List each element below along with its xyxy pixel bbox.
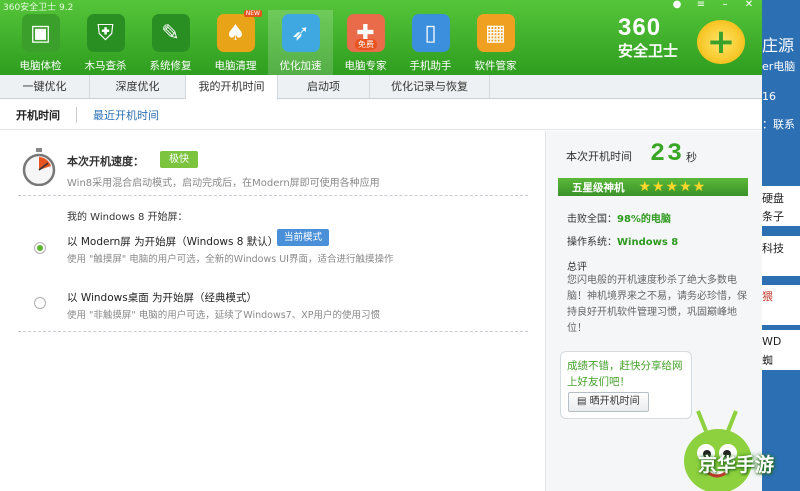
bg-text: 猥 [762,290,773,303]
toolbar-item-7[interactable]: ▦ 软件管家 [463,10,528,75]
bg-text: er电脑 [762,60,796,73]
beat-stat: 击败全国：98%的电脑 [567,214,671,225]
toolbar-item-label: 电脑专家 [344,60,387,72]
desktop-screen-option-desc: 使用 "非触摸屏" 电脑的用户可选，延续了Windows7、XP用户的使用习惯 [67,310,380,321]
logo-text: 安全卫士 [618,42,679,60]
start-screen-heading: 我的 Windows 8 开始屏： [67,212,188,223]
toolbar-item-2[interactable]: ✎ 系统修复 [138,10,203,75]
toolbar-item-label: 木马查杀 [84,60,127,72]
boot-time-seconds: 23 [650,139,685,168]
modern-screen-option-desc: 使用 "触摸屏" 电脑的用户可选，全新的Windows UI界面，适合进行触摸操… [67,254,394,265]
bg-text: 硬盘 [762,192,784,205]
rank-text: 五星级神机 [572,181,625,194]
subtab-boot-time[interactable]: 开机时间 [0,106,77,123]
skin-icon[interactable]: ● [670,0,684,10]
tab-deep-optimize[interactable]: 深度优化 [90,75,186,99]
toolbar-item-5[interactable]: ✚ 电脑专家 免费 [333,10,398,75]
bg-text: ：联系 [762,118,795,131]
tab-my-boot-time[interactable]: 我的开机时间 [186,75,278,100]
apps-grid-icon: ▦ [476,14,515,52]
summary-text: 您闪电般的开机速度秒杀了绝大多数电脑！神机境界来之不易，请务必珍惜，保持良好开机… [567,275,747,334]
bg-text: 蜘 [762,354,773,367]
speed-badge: 极快 [160,151,198,168]
bg-text: 16 [762,90,776,103]
stopwatch-icon [22,148,56,186]
subtab-recent-boot-time[interactable]: 最近开机时间 [77,107,175,123]
tab-bar: 一键优化 深度优化 我的开机时间 启动项 优化记录与恢复 [0,75,762,100]
bg-text: 庄源 [762,36,795,55]
share-text: 成绩不错，赶快分享给网上好友们吧！ [567,360,683,388]
toolbar-item-label: 电脑清理 [214,60,257,72]
boot-time-unit: 秒 [686,151,697,164]
boot-time-label: 本次开机时间 [566,150,632,163]
subtab-bar: 开机时间 最近开机时间 [0,100,762,130]
bg-text: 科技 [762,242,784,255]
toolbar-item-label: 系统修复 [149,60,192,72]
watermark: 京华手游 [698,454,775,476]
rocket-icon: ➶ [281,14,320,52]
header: 360安全卫士 9.2 ● ≡ – ✕ ▣ 电脑体检 ⛨ 木马查杀 ✎ 系统修复 ♠ 电脑清理… [0,0,762,75]
mascot-icon [684,410,752,491]
toolbar-item-label: 优化加速 [279,60,322,72]
horse-shield-icon: ⛨ [86,14,125,52]
os-stat: 操作系统：Windows 8 [567,237,679,248]
boot-result-panel: 本次开机时间 23 秒 五星级神机 ★★★★★ 击败全国：98%的电脑 操作系统… [545,131,762,491]
menu-icon[interactable]: ≡ [694,0,708,10]
toolbar-item-6[interactable]: ▯ 手机助手 [398,10,463,75]
share-boot-time-button[interactable]: ▤ 晒开机时间 [568,392,649,412]
modern-screen-option-title[interactable]: 以 Modern屏 为开始屏（Windows 8 默认） [67,234,278,249]
speed-label: 本次开机速度： [67,155,144,168]
bg-text: WD [762,335,782,348]
monitor-check-icon: ▣ [21,14,60,52]
toolbar-item-3[interactable]: ♠ 电脑清理 NEW [203,10,268,75]
toolbar-badge: NEW [243,10,262,17]
app-window: 360安全卫士 9.2 ● ≡ – ✕ ▣ 电脑体检 ⛨ 木马查杀 ✎ 系统修复 ♠ 电脑清理… [0,0,762,491]
desktop-screen-radio[interactable] [34,297,46,309]
summary-title: 总评 [567,262,587,273]
tab-startup-items[interactable]: 启动项 [278,75,370,99]
close-icon[interactable]: ✕ [742,0,756,10]
minimize-icon[interactable]: – [718,0,732,10]
tab-one-click-optimize[interactable]: 一键优化 [0,75,90,99]
wrench-icon: ✎ [151,14,190,52]
window-controls: ● ≡ – ✕ [670,0,756,10]
logo-plus-icon: + [697,20,745,64]
toolbar-item-4[interactable]: ➶ 优化加速 [268,10,333,75]
speed-description: Win8采用混合启动模式，启动完成后，在Modern屏即可使用各种应用 [67,178,380,189]
rank-stars-icon: ★★★★★ [638,179,707,195]
broom-icon: ♠ [216,14,255,52]
current-mode-badge: 当前模式 [277,229,330,246]
tab-optimize-history[interactable]: 优化记录与恢复 [370,75,490,99]
background-app: 庄源 er电脑 16 ：联系 硬盘 条子 科技 猥 WD 蜘 [762,0,800,491]
logo-number: 360 [618,14,662,41]
share-bubble: 成绩不错，赶快分享给网上好友们吧！ ▤ 晒开机时间 [560,351,692,419]
main-toolbar: ▣ 电脑体检 ⛨ 木马查杀 ✎ 系统修复 ♠ 电脑清理 NEW ➶ 优化加速 ✚ 电脑专家 免费 ▯ 手机助手… [8,10,528,75]
logo: 360 安全卫士 [618,14,678,61]
toolbar-item-label: 电脑体检 [19,60,62,72]
toolbar-item-0[interactable]: ▣ 电脑体检 [8,10,73,75]
divider [18,195,528,196]
boot-settings-panel: 本次开机速度： 极快 Win8采用混合启动模式，启动完成后，在Modern屏即可… [0,131,545,491]
rank-banner: 五星级神机 ★★★★★ [558,178,748,196]
phone-icon: ▯ [411,14,450,52]
toolbar-item-label: 软件管家 [474,60,517,72]
divider [18,331,528,332]
toolbar-badge: 免费 [355,39,377,50]
desktop-screen-option-title[interactable]: 以 Windows桌面 为开始屏（经典模式） [67,290,257,305]
modern-screen-radio[interactable] [34,242,46,254]
toolbar-item-label: 手机助手 [409,60,452,72]
toolbar-item-1[interactable]: ⛨ 木马查杀 [73,10,138,75]
bg-text: 条子 [762,210,784,223]
